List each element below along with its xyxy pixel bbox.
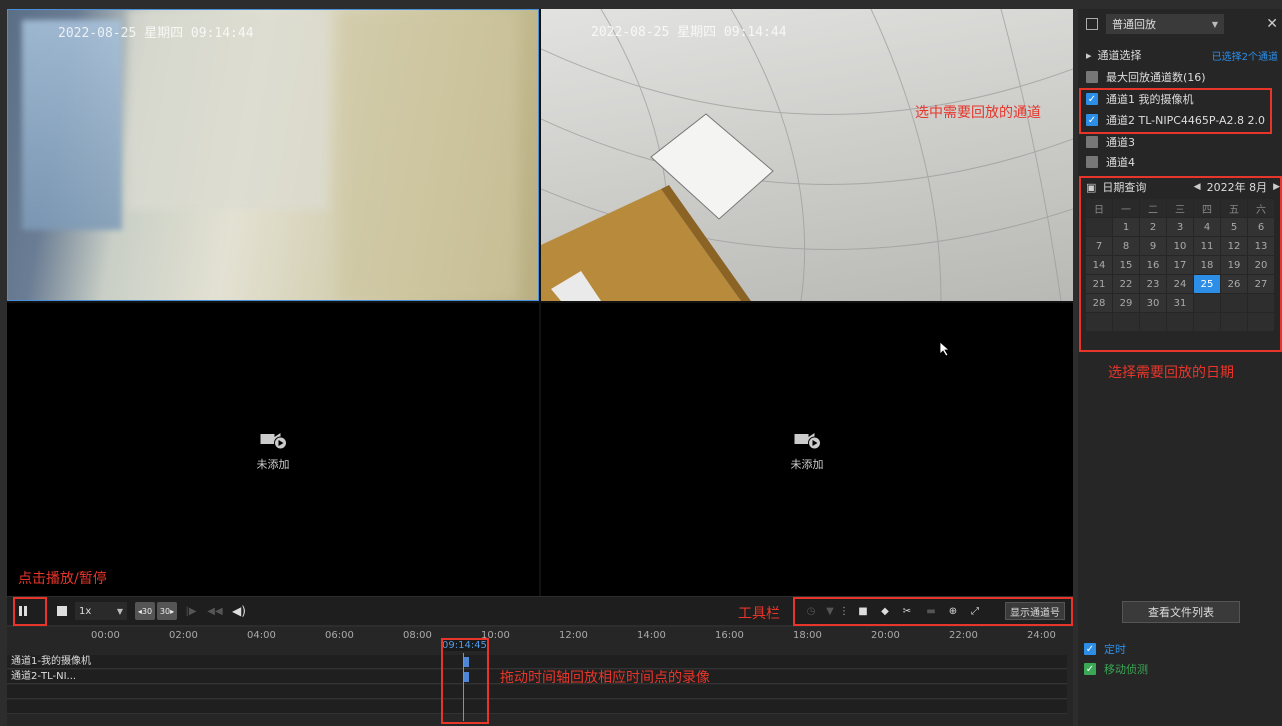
legend-motion[interactable]: ✓ 移动侦测 <box>1078 659 1282 679</box>
checkbox[interactable] <box>1086 136 1098 148</box>
tick-label: 20:00 <box>871 630 900 641</box>
video-cell-3[interactable]: 未添加 <box>7 303 539 596</box>
stop-button[interactable] <box>55 602 69 620</box>
legend-timed-label: 定时 <box>1104 643 1126 656</box>
annotation-play-pause: 点击播放/暂停 <box>18 571 107 587</box>
legend-motion-label: 移动侦测 <box>1104 663 1148 676</box>
app-root: 2022-08-25 星期四 09:14:44 2022-08-25 星期四 0… <box>0 0 1282 726</box>
volume-button[interactable]: ◀) <box>231 602 247 620</box>
timeline-ruler: 00:00 02:00 04:00 06:00 08:00 10:00 12:0… <box>7 627 1073 653</box>
camera-play-icon <box>794 432 821 449</box>
tick-label: 18:00 <box>793 630 822 641</box>
channel-select-header: ▸ 通道选择 已选择2个通道 <box>1078 45 1282 65</box>
playback-mode-row: 普通回放 ▼ ✕ <box>1078 13 1282 35</box>
annotation-select-date: 选择需要回放的日期 <box>1108 365 1234 381</box>
camera-icon: ▸ <box>1086 48 1092 62</box>
playback-mode-select[interactable]: 普通回放 ▼ <box>1106 14 1224 34</box>
channel-row-4[interactable]: 通道4 <box>1078 152 1282 172</box>
empty-channel-placeholder: 未添加 <box>791 428 824 472</box>
stop-icon <box>57 606 67 616</box>
frame-step-button[interactable]: |▶ <box>183 602 199 620</box>
channel-label: 通道4 <box>1106 156 1135 169</box>
annotation-select-channel: 选中需要回放的通道 <box>915 105 1041 121</box>
frame-back-button[interactable]: ◀◀ <box>207 602 223 620</box>
annotation-toolbar: 工具栏 <box>738 606 780 622</box>
annotation-box-channels <box>1079 88 1272 134</box>
channel-select-title: 通道选择 <box>1097 49 1142 62</box>
empty-label: 未添加 <box>790 457 824 471</box>
empty-channel-placeholder: 未添加 <box>257 428 290 472</box>
channel-row-3[interactable]: 通道3 <box>1078 132 1282 152</box>
tick-label: 14:00 <box>637 630 666 641</box>
tick-label: 08:00 <box>403 630 432 641</box>
annotation-box-toolbar <box>793 597 1073 626</box>
file-list-button[interactable]: 查看文件列表 <box>1122 601 1240 623</box>
max-channel-label: 最大回放通道数(16) <box>1106 71 1206 84</box>
video-osd-timestamp: 2022-08-25 星期四 09:14:44 <box>58 26 254 41</box>
chevron-down-icon: ▼ <box>1211 19 1218 29</box>
video-scene-1 <box>8 10 538 300</box>
volume-icon: ◀) <box>232 604 246 618</box>
tick-label: 06:00 <box>325 630 354 641</box>
tick-label: 02:00 <box>169 630 198 641</box>
timeline-track[interactable] <box>7 700 1067 714</box>
tick-label: 12:00 <box>559 630 588 641</box>
frame-step-icon: |▶ <box>185 605 197 617</box>
annotation-drag-timeline: 拖动时间轴回放相应时间点的录像 <box>500 670 710 686</box>
selected-summary[interactable]: 已选择2个通道 <box>1212 48 1278 63</box>
video-scene-2 <box>541 9 1073 301</box>
timeline-track[interactable] <box>7 685 1067 699</box>
speed-select[interactable]: 1x ▼ <box>75 602 127 620</box>
video-cell-1[interactable]: 2022-08-25 星期四 09:14:44 <box>7 9 539 301</box>
annotation-box-timeline <box>441 638 489 724</box>
checkbox[interactable] <box>1086 156 1098 168</box>
camera-play-icon <box>260 432 287 449</box>
close-icon[interactable]: ✕ <box>1266 16 1278 32</box>
video-cell-2[interactable]: 2022-08-25 星期四 09:14:44 <box>541 9 1073 301</box>
checkbox[interactable]: ✓ <box>1084 663 1096 675</box>
file-list-label: 查看文件列表 <box>1148 606 1214 619</box>
track-label: 通道2-TL-NI... <box>11 671 77 682</box>
frame-back-icon: ◀◀ <box>207 605 223 617</box>
rewind-30s-label: ◂30 <box>137 606 153 616</box>
speed-value: 1x <box>79 605 92 617</box>
tick-label: 22:00 <box>949 630 978 641</box>
annotation-box-pause <box>13 597 47 626</box>
mouse-cursor-icon <box>939 341 951 357</box>
rewind-30s-button[interactable]: ◂30 <box>135 602 155 620</box>
checkbox[interactable] <box>1086 71 1098 83</box>
max-channel-row[interactable]: 最大回放通道数(16) <box>1078 67 1282 87</box>
video-cell-4[interactable]: 未添加 <box>541 303 1073 596</box>
annotation-box-calendar <box>1079 176 1282 352</box>
empty-label: 未添加 <box>256 457 290 471</box>
playback-mode-icon <box>1086 18 1098 30</box>
tick-label: 00:00 <box>91 630 120 641</box>
tick-label: 16:00 <box>715 630 744 641</box>
video-osd-timestamp: 2022-08-25 星期四 09:14:44 <box>591 25 787 40</box>
legend-timed[interactable]: ✓ 定时 <box>1078 639 1282 659</box>
forward-30s-label: 30▸ <box>159 606 175 616</box>
video-grid: 2022-08-25 星期四 09:14:44 2022-08-25 星期四 0… <box>7 9 1073 596</box>
tick-label: 24:00 <box>1027 630 1056 641</box>
forward-30s-button[interactable]: 30▸ <box>157 602 177 620</box>
channel-label: 通道3 <box>1106 136 1135 149</box>
track-label: 通道1-我的摄像机 <box>11 656 91 667</box>
checkbox[interactable]: ✓ <box>1084 643 1096 655</box>
tick-label: 04:00 <box>247 630 276 641</box>
chevron-down-icon: ▼ <box>116 606 123 616</box>
playback-mode-value: 普通回放 <box>1112 18 1156 31</box>
